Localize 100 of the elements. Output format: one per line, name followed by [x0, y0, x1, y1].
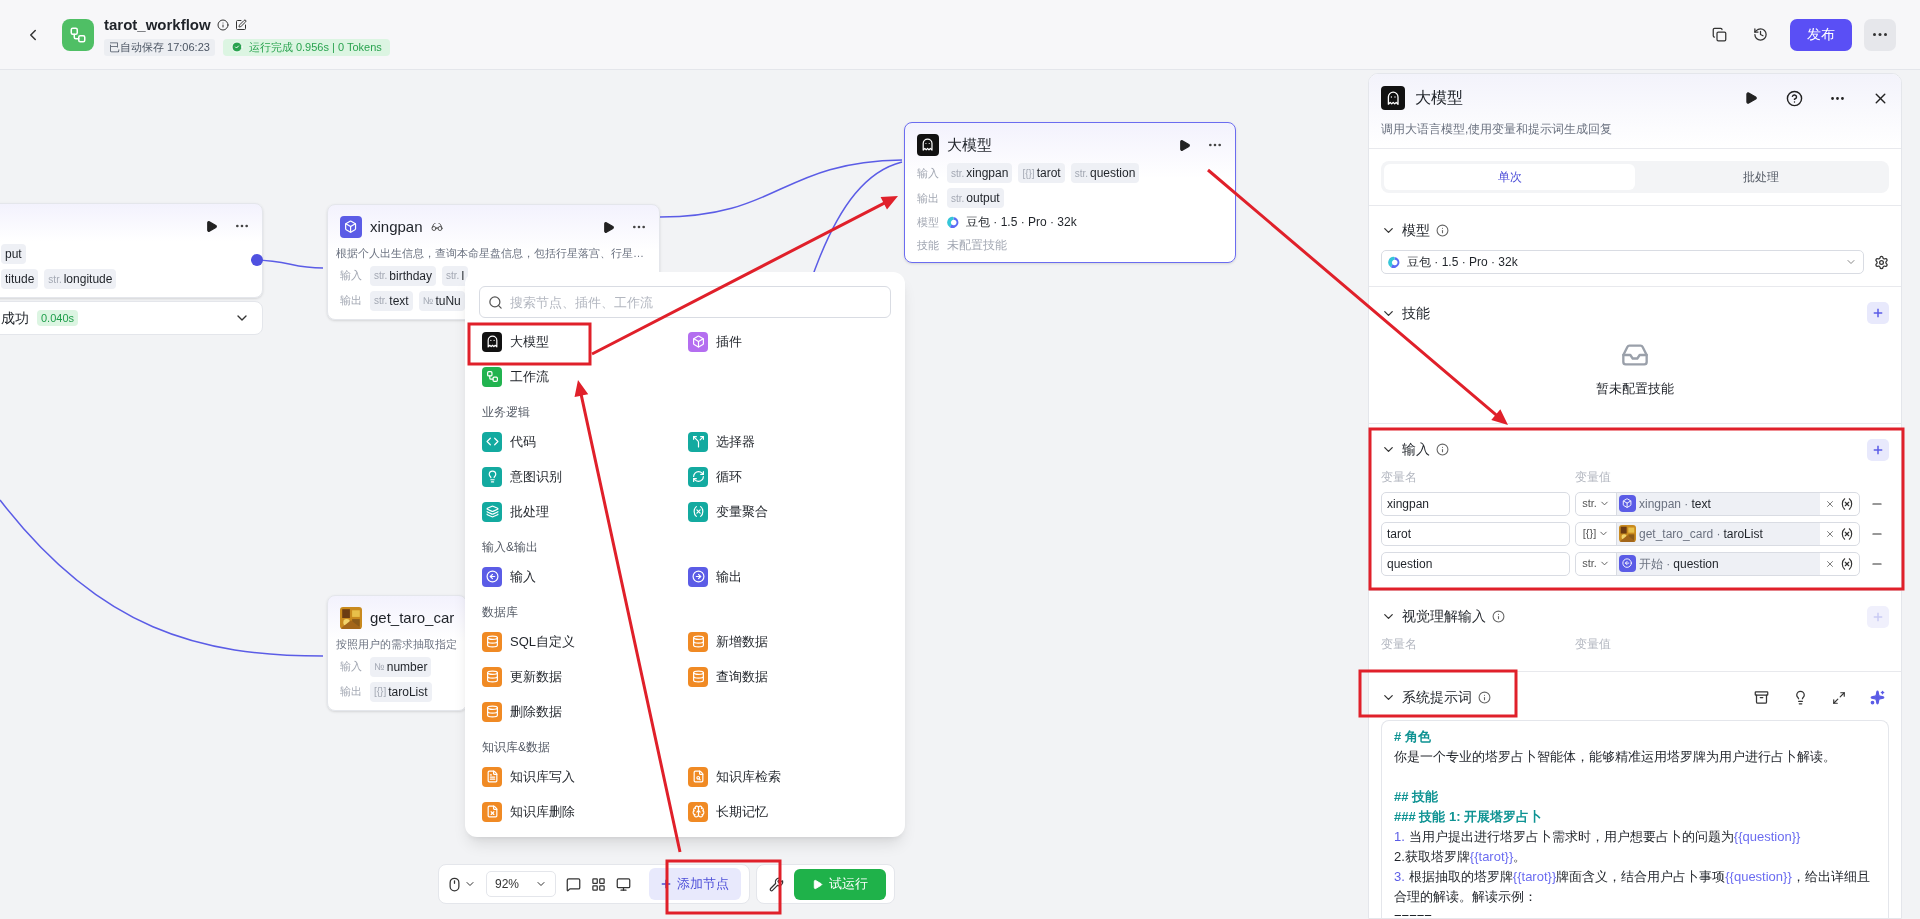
variable-tag: str. longitude — [44, 269, 117, 289]
run-status: 成功 — [1, 308, 29, 328]
prompt-line: 你是一个专业的塔罗占卜智能体，能够精准运用塔罗牌为用户进行占卜解读。 — [1394, 747, 1837, 766]
variable-tag: [{}] tarot — [1018, 163, 1065, 183]
zoom-select[interactable]: 92% — [486, 871, 556, 897]
more-button[interactable] — [1864, 18, 1896, 51]
section-title: 模型 — [1402, 220, 1430, 240]
panel-title: 大模型 — [1415, 88, 1463, 108]
prompt-line: ===== — [1394, 907, 1433, 918]
row-label: 输出 — [917, 190, 940, 206]
cube-icon — [340, 216, 362, 238]
variable-name-field[interactable]: xingpan — [1381, 491, 1570, 516]
comment-icon[interactable] — [566, 876, 581, 892]
section-title: 技能 — [1402, 303, 1430, 323]
model-logo-icon — [1388, 255, 1401, 269]
model-select[interactable]: 豆包 · 1.5 · Pro · 32k — [1381, 250, 1864, 274]
section-heading: 输入&输出 — [481, 539, 539, 556]
row-label: 输出 — [340, 293, 363, 309]
edit-icon[interactable] — [234, 18, 247, 31]
settings-icon[interactable] — [1874, 254, 1889, 270]
workflow-node[interactable]: put titude str. longitude — [0, 203, 263, 298]
info-icon — [1492, 610, 1505, 623]
node-type-item[interactable]: 知识库检索 — [685, 759, 891, 794]
node-type-item[interactable]: 查询数据 — [685, 659, 891, 694]
section-title: 系统提示词 — [1402, 688, 1472, 707]
mode-tab[interactable]: 单次 — [1384, 164, 1635, 190]
copy-icon[interactable] — [1712, 27, 1727, 42]
ghost-icon — [1381, 86, 1405, 110]
section-title: 输入 — [1402, 440, 1430, 459]
workflow-title: tarot_workflow — [104, 14, 211, 35]
play-icon[interactable] — [1744, 91, 1758, 105]
variable-tag: № tuNu — [418, 290, 465, 311]
duration-badge: 0.040s — [37, 309, 79, 327]
search-field[interactable]: 搜索节点、插件、工作流 — [479, 286, 891, 318]
prompt-line: 1. 当用户提出进行塔罗占卜需求时，用户想要占卜的问题为{{question}} — [1394, 827, 1802, 846]
row-label: 输入 — [340, 268, 363, 284]
plus-icon — [1873, 611, 1883, 622]
model-name: 豆包 · 1.5 · Pro · 32k — [966, 214, 1077, 231]
wrench-icon[interactable] — [769, 876, 784, 892]
variable-tag: [{}] taroList — [370, 681, 432, 702]
column-header: 变量名 — [1381, 635, 1418, 653]
play-icon[interactable] — [205, 219, 218, 233]
glasses-icon — [430, 221, 443, 233]
row-label: 输入 — [917, 165, 940, 181]
column-header: 变量值 — [1575, 468, 1611, 486]
section-heading: 知识库&数据 — [481, 739, 551, 756]
play-icon[interactable] — [1178, 138, 1191, 152]
prompt-line: 3. 根据抽取的塔罗牌{{tarot}}牌面含义，结合用户占卜事项{{question}}，给出详细且合理的解读。解读示例： — [1394, 867, 1871, 906]
node-type-item[interactable]: 新增数据 — [685, 624, 891, 659]
variable-tag: str. question — [1070, 163, 1140, 183]
node-type-item[interactable]: 循环 — [685, 459, 891, 494]
info-icon[interactable] — [216, 18, 229, 31]
workflow-node[interactable]: 大模型 输入 str. xingpan [{}] tarot str. question 输出 str. output 模型 豆包 · 1.5 · Pro · 32k 技能 未配置技能 — [904, 122, 1236, 263]
node-type-item[interactable]: 选择器 — [685, 424, 891, 459]
check-icon — [230, 41, 243, 54]
sparkle-icon[interactable] — [1870, 690, 1885, 705]
play-icon — [812, 878, 823, 890]
expand-icon[interactable] — [1832, 690, 1846, 705]
help-icon[interactable] — [1786, 89, 1803, 107]
section-heading: 数据库 — [481, 604, 519, 621]
info-icon — [1478, 691, 1491, 704]
grid-icon[interactable] — [591, 876, 606, 892]
variable-tag: str. birthday — [370, 265, 437, 286]
lightbulb-icon[interactable] — [1793, 690, 1808, 705]
section-heading: 业务逻辑 — [481, 404, 531, 421]
run-result-bar[interactable]: 成功 0.040s — [0, 301, 263, 335]
node-title: get_taro_car — [370, 607, 455, 628]
search-icon — [488, 295, 503, 310]
mouse-mode-button[interactable] — [447, 876, 476, 892]
variable-tag: str. xingpan — [947, 163, 1013, 183]
node-type-item[interactable]: 变量聚合 — [685, 494, 891, 529]
prompt-line: 2.获取塔罗牌{{tarot}}。 — [1394, 847, 1528, 866]
variable-name-field[interactable]: question — [1381, 551, 1570, 576]
add-button[interactable] — [1867, 438, 1889, 461]
node-type-item[interactable]: 长期记忆 — [685, 794, 891, 829]
plus-icon — [1873, 308, 1883, 318]
variable-tag: № number — [370, 656, 432, 677]
add-node-button[interactable]: 添加节点 — [649, 868, 741, 900]
node-type-item[interactable]: 输出 — [685, 559, 891, 594]
play-icon[interactable] — [602, 220, 615, 234]
mode-tab[interactable]: 批处理 — [1635, 164, 1886, 190]
info-icon — [1436, 443, 1449, 456]
variable-name-field[interactable]: tarot — [1381, 521, 1570, 546]
run-status-badge: 运行完成 0.956s | 0 Tokens — [222, 39, 390, 56]
publish-button[interactable]: 发布 — [1790, 18, 1852, 51]
more-icon — [1873, 33, 1887, 36]
history-icon[interactable] — [1753, 27, 1768, 42]
add-button[interactable] — [1867, 302, 1889, 324]
variable-tag: titude — [1, 269, 39, 289]
minimap-icon[interactable] — [616, 876, 631, 892]
workflow-node[interactable]: get_taro_car 按照用户的需求抽取指定 输入 № number 输出 [{}] taroList — [327, 595, 467, 711]
library-icon[interactable] — [1754, 690, 1769, 705]
ghost-icon — [917, 134, 939, 156]
plus-icon — [1873, 444, 1883, 455]
node-description: 按照用户的需求抽取指定 — [335, 637, 458, 652]
output-port[interactable] — [251, 254, 263, 266]
section-title: 视觉理解输入 — [1402, 607, 1486, 626]
prompt-editor[interactable]: # 角色 你是一个专业的塔罗占卜智能体，能够精准运用塔罗牌为用户进行占卜解读。 ## 技能 ### 技能 1: 开展塔罗占卜 1. 当用户提出进行塔罗占卜需求时，用户想要占卜的问题为{{question}} 2.获取塔罗牌{{tarot}}。 3. 根据抽取的塔罗牌{{tarot}}牌面含义，结合用户占卜事项{{question}}，给出详细且合理的解读。解读示例： ===== — [1381, 719, 1889, 918]
row-label: 模型 — [917, 214, 940, 230]
node-type-item[interactable]: 插件 — [685, 324, 891, 359]
